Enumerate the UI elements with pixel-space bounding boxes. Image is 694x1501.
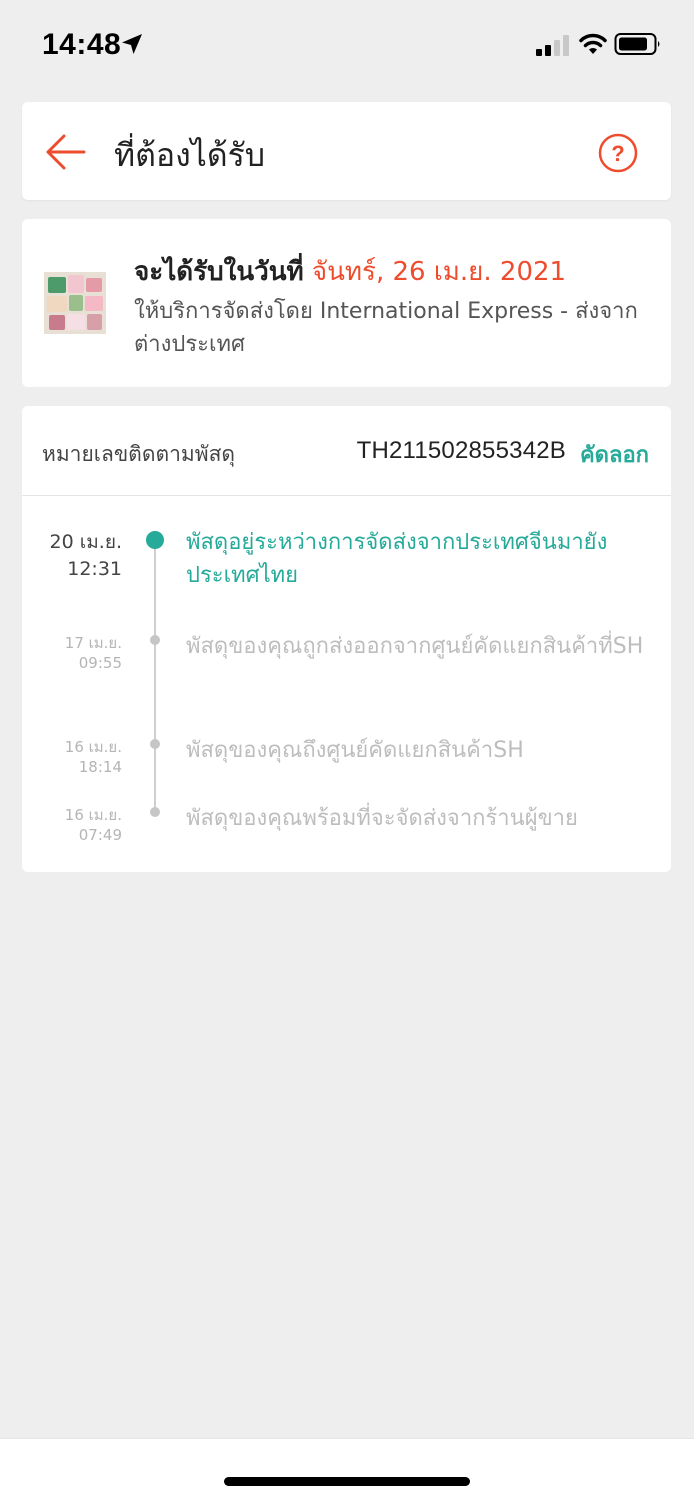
location-arrow-icon (122, 34, 142, 54)
bottom-bar (0, 1438, 694, 1501)
arrow-left-icon[interactable] (44, 132, 88, 172)
battery-icon (614, 33, 660, 55)
question-circle-icon[interactable]: ? (598, 133, 638, 173)
event-time: 12:31 (67, 558, 122, 580)
event-description: พัสดุของคุณถูกส่งออกจากศูนย์คัดแยกสินค้า… (186, 634, 644, 659)
event-datetime: 16 เม.ย. 18:14 (42, 737, 122, 777)
event-date: 17 เม.ย. (64, 634, 122, 652)
wifi-icon (579, 33, 607, 54)
signal-icon (536, 35, 569, 56)
event-date: 16 เม.ย. (64, 806, 122, 824)
status-bar: 14:48 (0, 0, 694, 90)
delivery-prefix: จะได้รับในวันที่ (134, 257, 304, 287)
status-time: 14:48 (42, 28, 122, 61)
delivery-info-card[interactable]: จะได้รับในวันที่ จันทร์, 26 เม.ย. 2021 ใ… (22, 219, 671, 387)
tracking-number-label: หมายเลขติดตามพัสดุ (42, 442, 236, 466)
shipping-service-text: ให้บริการจัดส่งโดย International Express… (134, 299, 638, 357)
event-datetime: 17 เม.ย. 09:55 (42, 633, 122, 673)
delivery-estimate: จะได้รับในวันที่ จันทร์, 26 เม.ย. 2021 (134, 251, 566, 292)
home-indicator[interactable] (224, 1477, 470, 1486)
timeline-line (154, 540, 156, 816)
event-time: 09:55 (78, 654, 122, 672)
event-description: พัสดุของคุณถึงศูนย์คัดแยกสินค้าSH (186, 738, 524, 763)
timeline-dot-active (146, 531, 164, 549)
event-time: 07:49 (78, 826, 122, 844)
event-description: พัสดุของคุณพร้อมที่จะจัดส่งจากร้านผู้ขาย (186, 806, 578, 831)
timeline-dot (150, 635, 160, 645)
timeline-dot (150, 807, 160, 817)
page-title: ที่ต้องได้รับ (114, 136, 266, 174)
event-date: 20 เม.ย. (49, 531, 122, 553)
event-description: พัสดุอยู่ระหว่างการจัดส่งจากประเทศจีนมาย… (186, 530, 608, 588)
tracking-number: TH211502855342B (356, 437, 566, 464)
svg-text:?: ? (611, 141, 624, 166)
delivery-date: จันทร์, 26 เม.ย. 2021 (311, 257, 567, 287)
tracking-card: หมายเลขติดตามพัสดุ TH211502855342B คัดลอ… (22, 406, 671, 872)
timeline-dot (150, 739, 160, 749)
product-thumbnail (44, 272, 106, 334)
event-date: 16 เม.ย. (64, 738, 122, 756)
header-bar: ที่ต้องได้รับ ? (22, 102, 671, 200)
event-datetime: 20 เม.ย. 12:31 (42, 529, 122, 583)
copy-button[interactable]: คัดลอก (580, 437, 649, 472)
event-datetime: 16 เม.ย. 07:49 (42, 805, 122, 845)
event-time: 18:14 (78, 758, 122, 776)
tracking-number-row: หมายเลขติดตามพัสดุ TH211502855342B คัดลอ… (22, 406, 671, 496)
